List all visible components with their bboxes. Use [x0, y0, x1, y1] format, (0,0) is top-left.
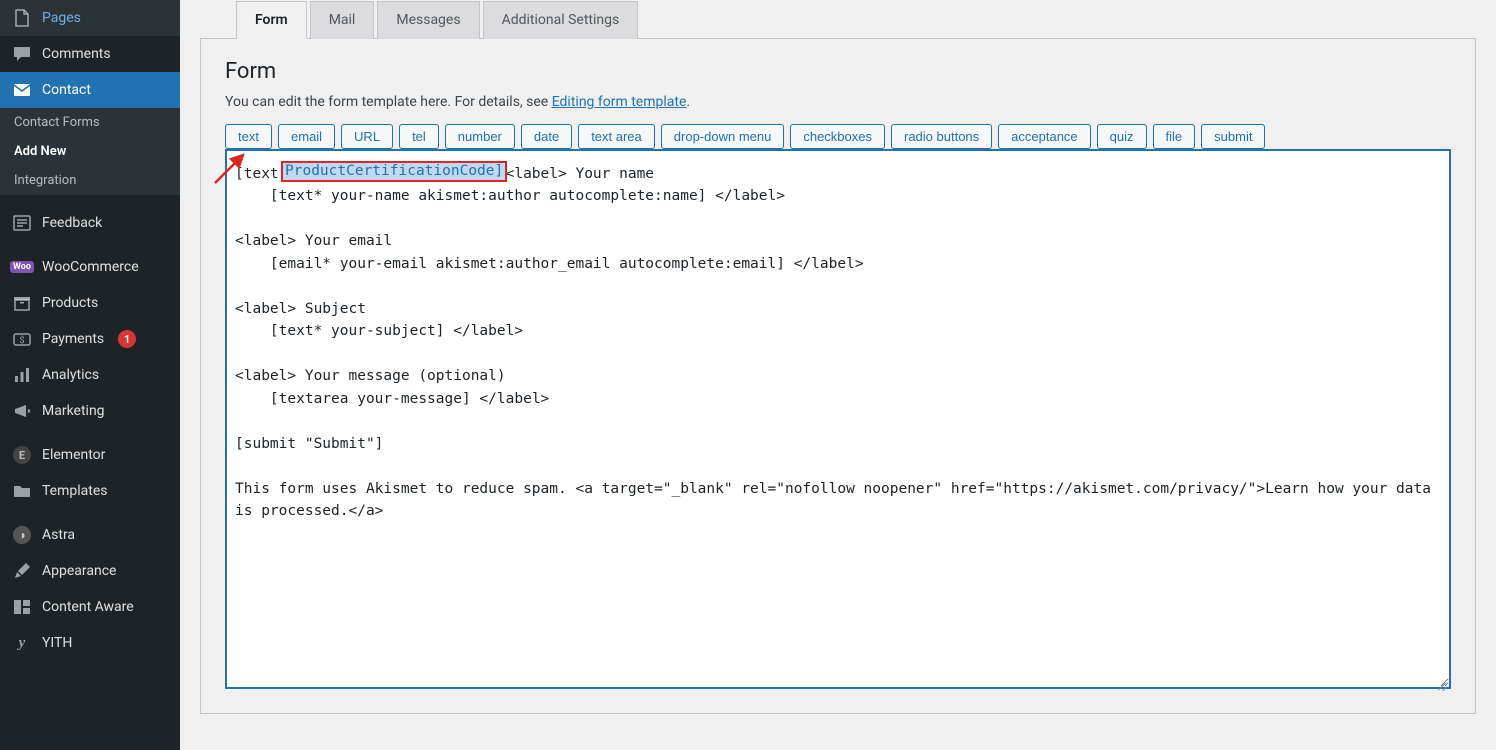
- sidebar-item-label: YITH: [42, 635, 72, 651]
- editing-template-link[interactable]: Editing form template: [552, 94, 687, 110]
- sidebar-item-comments[interactable]: Comments: [0, 36, 180, 72]
- folder-icon: [12, 481, 32, 501]
- sidebar-item-label: Astra: [42, 527, 75, 543]
- tab-additional-settings[interactable]: Additional Settings: [483, 1, 639, 39]
- brush-icon: [12, 561, 32, 581]
- sidebar-item-appearance[interactable]: Appearance: [0, 553, 180, 589]
- sidebar-item-analytics[interactable]: Analytics: [0, 357, 180, 393]
- sidebar-item-marketing[interactable]: Marketing: [0, 393, 180, 429]
- tag-file-button[interactable]: file: [1153, 124, 1196, 149]
- sidebar-item-yith[interactable]: y YITH: [0, 625, 180, 661]
- yith-icon: y: [12, 633, 32, 653]
- megaphone-icon: [12, 401, 32, 421]
- form-panel: Form You can edit the form template here…: [200, 39, 1476, 714]
- astra-icon: ◑: [12, 525, 32, 545]
- content-aware-icon: [12, 597, 32, 617]
- tab-form[interactable]: Form: [236, 1, 307, 39]
- sidebar-item-contact[interactable]: Contact: [0, 72, 180, 108]
- panel-heading: Form: [225, 59, 1451, 84]
- sidebar-item-products[interactable]: Products: [0, 285, 180, 321]
- sidebar-item-label: Comments: [42, 46, 111, 62]
- sidebar-item-payments[interactable]: $ Payments 1: [0, 321, 180, 357]
- sidebar-item-label: Feedback: [42, 215, 102, 231]
- sidebar-subitem-contact-forms[interactable]: Contact Forms: [0, 108, 180, 137]
- tab-mail[interactable]: Mail: [310, 1, 375, 39]
- tag-radio-button[interactable]: radio buttons: [891, 124, 992, 149]
- sidebar-item-feedback[interactable]: Feedback: [0, 205, 180, 241]
- tag-submit-button[interactable]: submit: [1201, 124, 1265, 149]
- admin-sidebar: Pages Comments Contact Contact Forms Add…: [0, 0, 180, 750]
- sidebar-item-label: Elementor: [42, 447, 105, 463]
- sidebar-item-templates[interactable]: Templates: [0, 473, 180, 509]
- sidebar-item-label: Analytics: [42, 367, 99, 383]
- tag-date-button[interactable]: date: [521, 124, 572, 149]
- tag-number-button[interactable]: number: [445, 124, 515, 149]
- sidebar-item-label: Products: [42, 295, 98, 311]
- tag-dropdown-button[interactable]: drop-down menu: [661, 124, 785, 149]
- tag-text-button[interactable]: text: [225, 124, 272, 149]
- sidebar-item-woocommerce[interactable]: Woo WooCommerce: [0, 249, 180, 285]
- feedback-icon: [12, 213, 32, 233]
- form-template-textarea[interactable]: [225, 149, 1451, 689]
- sidebar-subitem-label: Contact Forms: [14, 115, 100, 130]
- sidebar-item-elementor[interactable]: E Elementor: [0, 437, 180, 473]
- main-content: Form Mail Messages Additional Settings F…: [180, 0, 1496, 750]
- tab-messages[interactable]: Messages: [377, 1, 479, 39]
- sidebar-item-astra[interactable]: ◑ Astra: [0, 517, 180, 553]
- tag-tel-button[interactable]: tel: [399, 124, 439, 149]
- sidebar-item-label: Appearance: [42, 563, 116, 579]
- comment-icon: [12, 44, 32, 64]
- form-template-wrap: ProductCertificationCode]: [225, 149, 1451, 693]
- archive-icon: [12, 293, 32, 313]
- pages-icon: [12, 8, 32, 28]
- tag-generator-row: text email URL tel number date text area…: [225, 124, 1451, 149]
- sidebar-item-content-aware[interactable]: Content Aware: [0, 589, 180, 625]
- mail-icon: [12, 80, 32, 100]
- sidebar-item-label: Content Aware: [42, 599, 134, 615]
- sidebar-item-pages[interactable]: Pages: [0, 0, 180, 36]
- woocommerce-icon: Woo: [12, 257, 32, 277]
- sidebar-subitem-add-new[interactable]: Add New: [0, 137, 180, 166]
- sidebar-item-label: Pages: [42, 10, 81, 26]
- sidebar-item-label: WooCommerce: [42, 259, 139, 275]
- sidebar-item-label: Templates: [42, 483, 108, 499]
- svg-text:$: $: [19, 335, 24, 346]
- panel-tabs: Form Mail Messages Additional Settings: [200, 0, 1476, 39]
- sidebar-item-label: Marketing: [42, 403, 105, 419]
- panel-help-text: You can edit the form template here. For…: [225, 94, 1451, 110]
- payments-icon: $: [12, 329, 32, 349]
- sidebar-subitem-label: Add New: [14, 144, 66, 159]
- sidebar-subitem-label: Integration: [14, 173, 76, 188]
- tag-url-button[interactable]: URL: [341, 124, 393, 149]
- sidebar-subitem-integration[interactable]: Integration: [0, 166, 180, 195]
- sidebar-item-label: Payments: [42, 331, 104, 347]
- analytics-icon: [12, 365, 32, 385]
- payments-badge: 1: [118, 330, 136, 348]
- elementor-icon: E: [12, 445, 32, 465]
- tag-checkboxes-button[interactable]: checkboxes: [790, 124, 885, 149]
- tag-email-button[interactable]: email: [278, 124, 335, 149]
- tag-acceptance-button[interactable]: acceptance: [998, 124, 1091, 149]
- tag-quiz-button[interactable]: quiz: [1097, 124, 1147, 149]
- tag-textarea-button[interactable]: text area: [578, 124, 655, 149]
- sidebar-item-label: Contact: [42, 82, 91, 98]
